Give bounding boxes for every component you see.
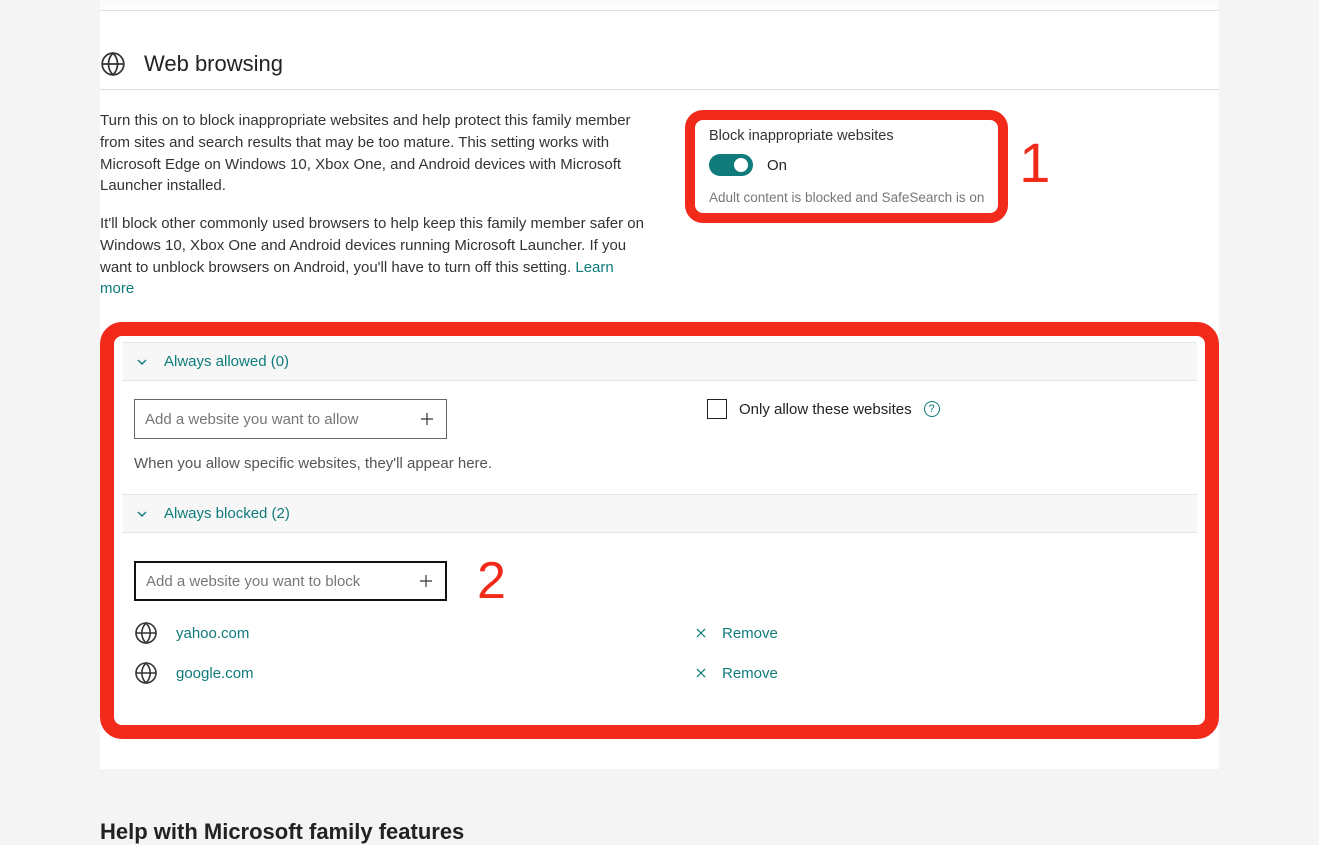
section-title: Web browsing bbox=[144, 51, 283, 77]
help-icon[interactable]: ? bbox=[924, 401, 940, 417]
allow-website-input[interactable] bbox=[135, 411, 406, 428]
help-section: Help with Microsoft family features bbox=[100, 819, 1219, 845]
allowed-hint: When you allow specific websites, they'l… bbox=[134, 455, 1185, 472]
description-1: Turn this on to block inappropriate webs… bbox=[100, 110, 645, 197]
only-allow-checkbox[interactable] bbox=[707, 399, 727, 419]
web-browsing-section: Web browsing Turn this on to block inapp… bbox=[100, 10, 1219, 769]
blocked-site-left: google.com bbox=[134, 661, 664, 685]
blocked-sites-list: yahoo.com Remove google.com Remove bbox=[134, 611, 1185, 691]
blocked-site-row: yahoo.com Remove bbox=[134, 611, 1185, 651]
only-allow-row: Only allow these websites ? bbox=[707, 399, 940, 419]
top-divider bbox=[100, 0, 1219, 10]
blocked-site-left: yahoo.com bbox=[134, 621, 664, 645]
always-allowed-body: Only allow these websites ? When you all… bbox=[122, 381, 1197, 494]
block-websites-toggle[interactable] bbox=[709, 154, 753, 176]
annotation-2-label: 2 bbox=[477, 551, 506, 611]
annotation-2-box: Always allowed (0) Only allow these webs… bbox=[100, 322, 1219, 739]
plus-icon bbox=[418, 410, 436, 428]
only-allow-label: Only allow these websites bbox=[739, 401, 912, 418]
always-blocked-label: Always blocked (2) bbox=[164, 505, 290, 522]
web-browsing-body: Turn this on to block inappropriate webs… bbox=[100, 110, 1219, 316]
allow-website-add-button[interactable] bbox=[406, 400, 446, 438]
remove-site-button[interactable]: Remove bbox=[694, 625, 778, 642]
toggle-state-label: On bbox=[767, 157, 787, 174]
close-icon bbox=[694, 626, 708, 640]
block-website-add-button[interactable] bbox=[405, 562, 445, 600]
remove-label: Remove bbox=[722, 625, 778, 642]
allow-website-input-wrap bbox=[134, 399, 447, 439]
chevron-down-icon bbox=[134, 354, 150, 370]
description-2: It'll block other commonly used browsers… bbox=[100, 213, 645, 300]
remove-site-button[interactable]: Remove bbox=[694, 665, 778, 682]
close-icon bbox=[694, 666, 708, 680]
description-column: Turn this on to block inappropriate webs… bbox=[100, 110, 645, 316]
globe-icon bbox=[134, 661, 158, 685]
always-allowed-label: Always allowed (0) bbox=[164, 353, 289, 370]
globe-icon bbox=[134, 621, 158, 645]
section-header: Web browsing bbox=[100, 51, 1219, 90]
always-blocked-body: 2 yahoo.com Remove google.com Remove bbox=[122, 533, 1197, 713]
annotation-1-box: 1 Block inappropriate websites On Adult … bbox=[685, 110, 1008, 223]
remove-label: Remove bbox=[722, 665, 778, 682]
annotation-1-label: 1 bbox=[1019, 130, 1050, 195]
toggle-title: Block inappropriate websites bbox=[709, 128, 984, 144]
always-allowed-header[interactable]: Always allowed (0) bbox=[122, 342, 1197, 381]
block-website-input[interactable] bbox=[136, 573, 405, 590]
toggle-row: On bbox=[709, 154, 984, 176]
description-2-text: It'll block other commonly used browsers… bbox=[100, 215, 644, 276]
blocked-site-row: google.com Remove bbox=[134, 651, 1185, 691]
help-heading: Help with Microsoft family features bbox=[100, 819, 1219, 845]
blocked-add-row: 2 bbox=[134, 551, 1185, 611]
page-root: Web browsing Turn this on to block inapp… bbox=[0, 0, 1319, 845]
block-website-input-wrap bbox=[134, 561, 447, 601]
globe-icon bbox=[100, 51, 126, 77]
allowed-add-row: Only allow these websites ? bbox=[134, 399, 1185, 439]
always-blocked-header[interactable]: Always blocked (2) bbox=[122, 494, 1197, 533]
chevron-down-icon bbox=[134, 506, 150, 522]
blocked-site-name[interactable]: yahoo.com bbox=[176, 625, 249, 642]
toggle-subtext: Adult content is blocked and SafeSearch … bbox=[709, 190, 984, 205]
blocked-site-name[interactable]: google.com bbox=[176, 665, 254, 682]
plus-icon bbox=[417, 572, 435, 590]
